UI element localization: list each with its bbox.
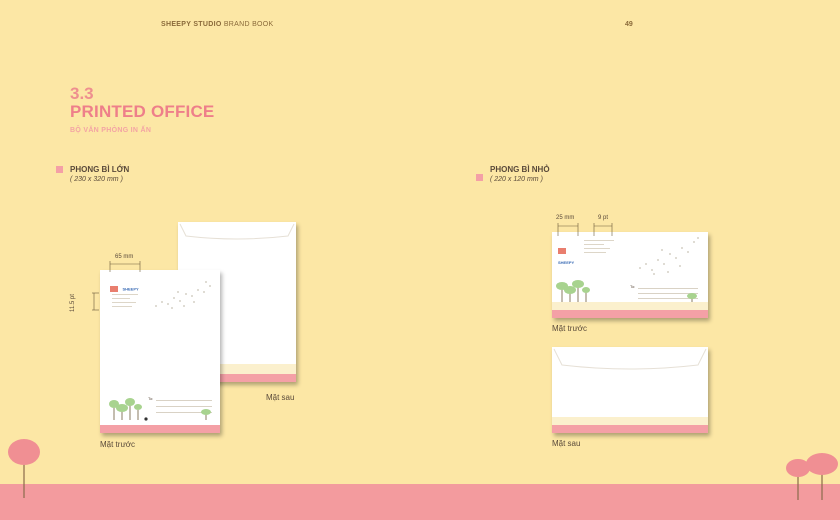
pink-tree-icon <box>8 439 40 498</box>
small-dimension-icon <box>557 223 613 236</box>
small-envelope-front: SHEEPY To: <box>552 232 708 318</box>
small-left-margin-label: 25 mm <box>556 215 575 221</box>
small-envelope-back <box>552 347 708 433</box>
small-pt-label: 9 pt <box>598 215 609 221</box>
address-line <box>112 298 130 299</box>
address-line <box>584 240 614 241</box>
large-front-logo-text: SHEEPY <box>122 286 139 292</box>
front-pink-band <box>100 425 220 433</box>
small-envelope-title: PHONG BÌ NHỎ <box>490 165 550 174</box>
large-envelope-bullet <box>56 166 63 173</box>
envelope-flap-icon <box>179 223 295 240</box>
book-name: BRAND BOOK <box>223 21 274 28</box>
sheepy-logo-icon <box>110 285 118 292</box>
dandelion-seeds-icon <box>639 237 699 275</box>
address-line <box>112 306 132 307</box>
small-front-logo: SHEEPY <box>558 242 574 265</box>
small-back-pink-band <box>552 425 708 433</box>
width-dimension-icon <box>109 261 141 272</box>
sheepy-logo-icon <box>558 247 566 254</box>
envelope-flap-icon <box>553 348 707 370</box>
large-front-logo: SHEEPY <box>110 280 139 298</box>
small-front-pink-band <box>552 310 708 318</box>
address-line <box>584 252 606 253</box>
small-back-cream-band <box>552 417 708 425</box>
small-front-cream-band <box>552 302 708 310</box>
small-front-caption: Mặt trước <box>552 324 588 333</box>
large-height-label: 11.5 pt <box>70 294 76 312</box>
section-number: 3.3 <box>70 84 94 103</box>
section-title: PRINTED OFFICE <box>70 102 215 121</box>
large-width-label: 65 mm <box>115 254 134 260</box>
height-dimension-icon <box>92 292 99 311</box>
section-subtitle: BỘ VĂN PHÒNG IN ẤN <box>70 127 152 134</box>
pink-trees-icon <box>786 453 838 500</box>
dandelion-seeds-icon <box>155 281 211 309</box>
sheep-icon <box>144 417 148 421</box>
brand-book-header: SHEEPY STUDIO BRAND BOOK <box>161 21 274 28</box>
address-line <box>112 294 138 295</box>
large-envelope-size: ( 230 x 320 mm ) <box>70 176 123 183</box>
trees-illustration-icon <box>109 398 211 421</box>
ground-band <box>0 484 840 520</box>
small-back-caption: Mặt sau <box>552 439 581 448</box>
small-envelope-bullet <box>476 174 483 181</box>
page-number: 49 <box>625 21 633 28</box>
studio-name: SHEEPY STUDIO <box>161 21 222 28</box>
large-envelope-title: PHONG BÌ LỚN <box>70 165 130 174</box>
address-line <box>112 302 136 303</box>
large-back-caption: Mặt sau <box>266 393 295 402</box>
address-line <box>584 248 610 249</box>
small-front-logo-text: SHEEPY <box>558 260 575 265</box>
address-line <box>584 244 604 245</box>
large-envelope-front: SHEEPY To: <box>100 270 220 433</box>
small-envelope-size: ( 220 x 120 mm ) <box>490 176 543 183</box>
large-front-caption: Mặt trước <box>100 440 136 449</box>
